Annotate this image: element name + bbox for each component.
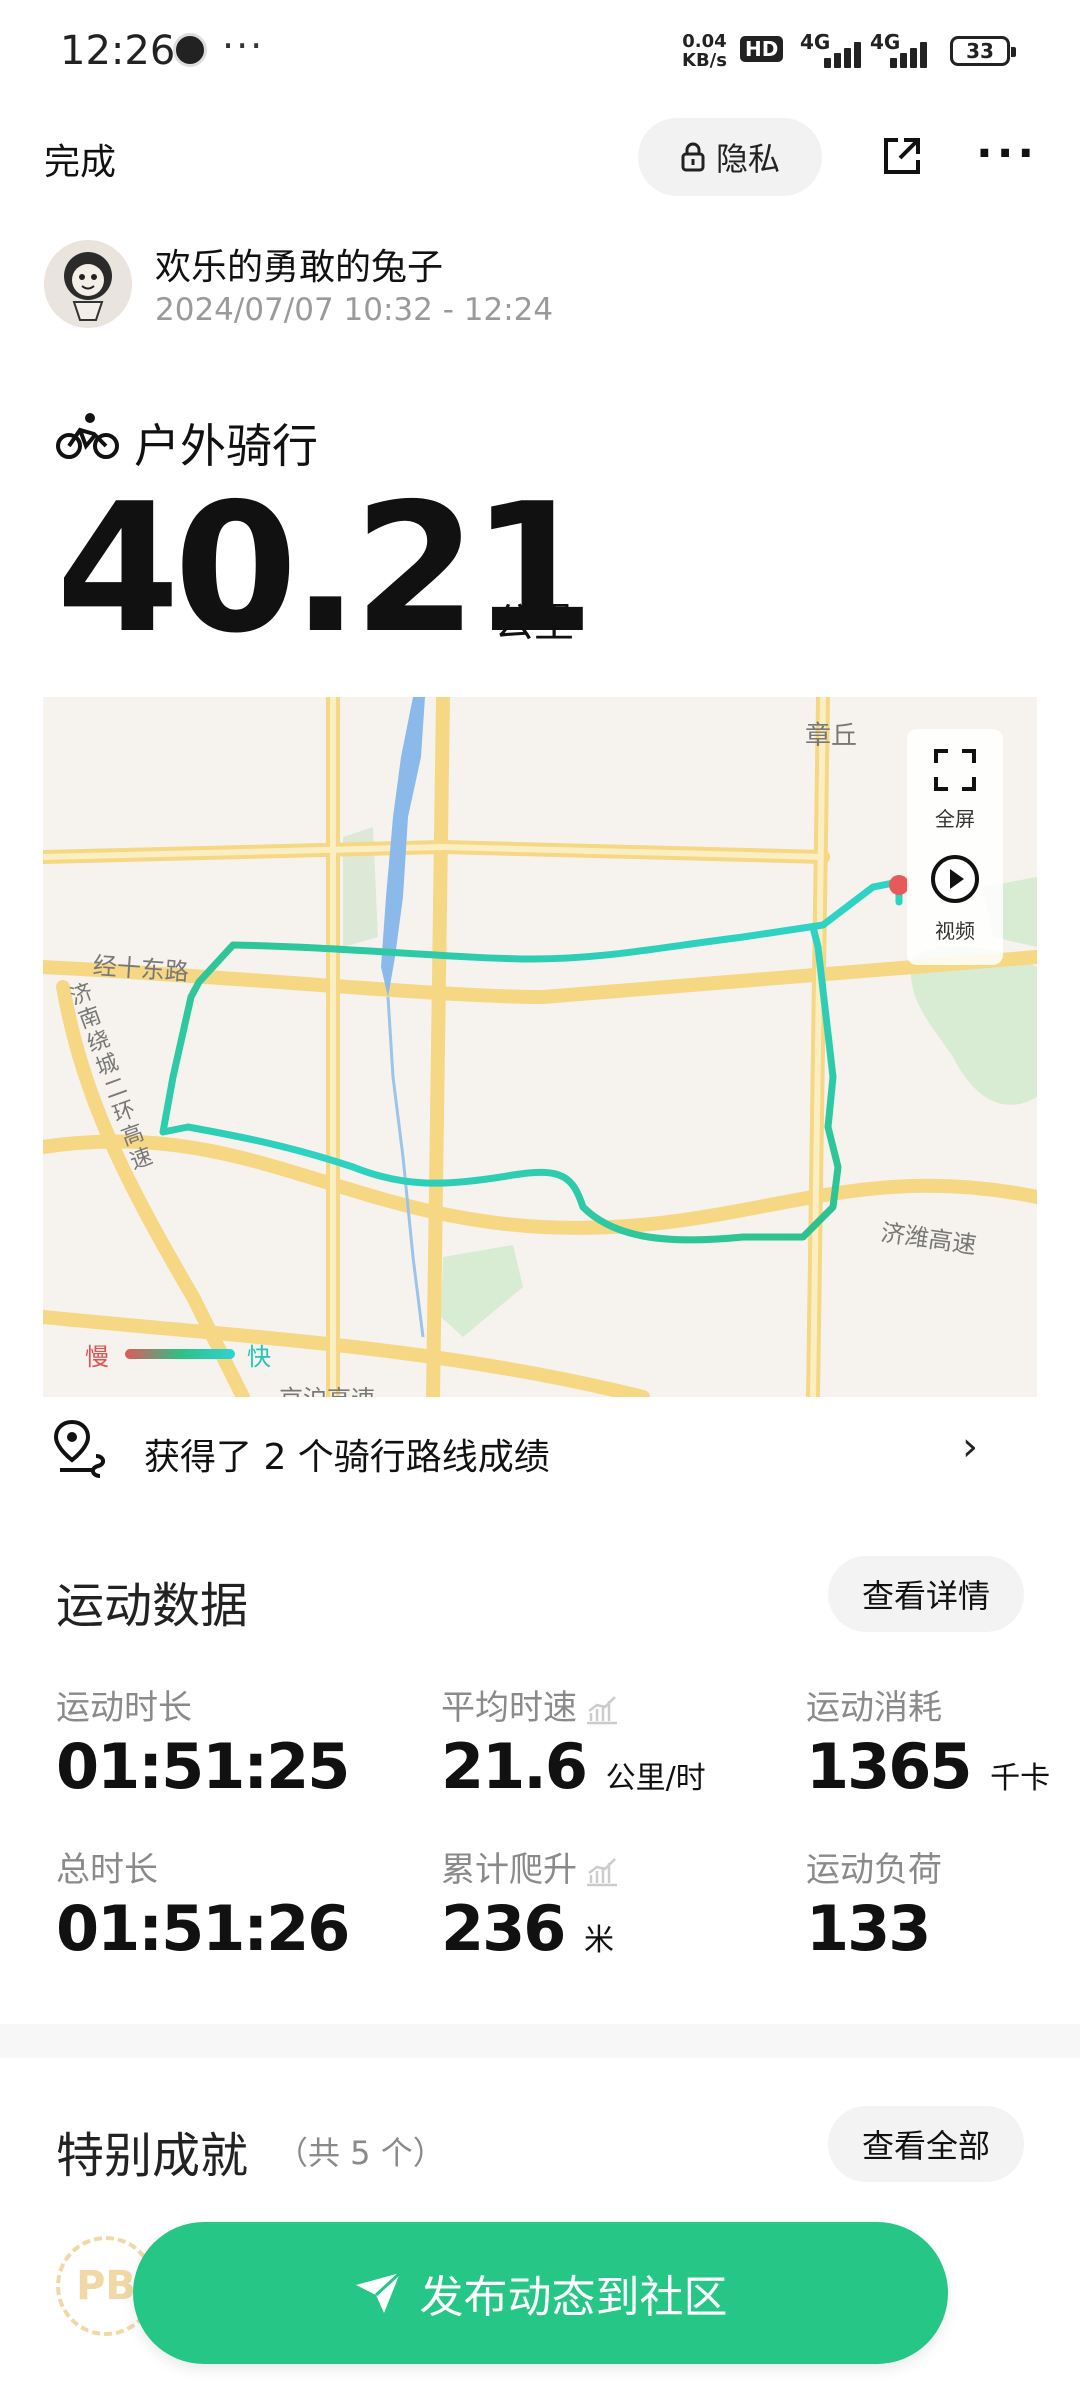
achievements-title: 特别成就: [56, 2128, 249, 2184]
activity-date-range: 2024/07/07 10:32 - 12:24: [155, 292, 554, 328]
net-speed: 0.04 KB/s: [682, 32, 727, 70]
metric-value-calories: 1365 千卡: [806, 1730, 1051, 1803]
net-speed-value: 0.04: [682, 31, 727, 52]
publish-label: 发布动态到社区: [419, 2272, 728, 2323]
video-label[interactable]: 视频: [907, 915, 1003, 944]
signal-icon: [814, 38, 868, 68]
map-controls: 全屏 视频: [907, 729, 1003, 965]
bicycle-icon: [56, 413, 119, 459]
map-label-jingshi-east: 经十东路: [91, 951, 190, 987]
map-label-jinghu-expressway: 京沪高速: [279, 1379, 375, 1397]
metric-unit-elevation: 米: [584, 1923, 615, 1958]
metric-value-avg-speed: 21.6 公里/时: [441, 1730, 706, 1803]
more-options-icon[interactable]: ···: [976, 128, 1038, 179]
status-more-icon: ···: [222, 24, 265, 68]
privacy-label: 隐私: [715, 140, 780, 178]
map-canvas: [43, 697, 1037, 1397]
metric-unit-calories: 千卡: [990, 1761, 1051, 1796]
trend-chart-icon[interactable]: [585, 1857, 619, 1887]
status-bar: 12:26 ··· 0.04 KB/s HD 4G 4G 33: [0, 0, 1080, 100]
publish-to-community-button[interactable]: 发布动态到社区: [133, 2222, 948, 2364]
legend-slow-label: 慢: [85, 1343, 109, 1371]
trend-chart-icon[interactable]: [585, 1695, 619, 1725]
metric-value-elevation: 236 米: [441, 1892, 615, 1965]
metric-label-total-time: 总时长: [56, 1850, 158, 1890]
avatar-image: [44, 240, 132, 328]
speed-legend-bar: [125, 1349, 235, 1359]
section-divider: [0, 2024, 1080, 2058]
stats-title: 运动数据: [56, 1578, 249, 1634]
legend-fast-label: 快: [247, 1343, 271, 1371]
metric-label-duration: 运动时长: [56, 1688, 192, 1728]
route-achievement-text: 获得了 2 个骑行路线成绩: [144, 1437, 550, 1478]
status-time: 12:26: [60, 28, 176, 74]
signal-icon-2: [884, 38, 938, 68]
lock-icon: [681, 142, 705, 172]
achievements-count: （共 5 个）: [276, 2134, 445, 2172]
view-all-button[interactable]: 查看全部: [828, 2106, 1024, 2182]
metric-value-total-time: 01:51:26: [56, 1892, 350, 1965]
metric-value-duration: 01:51:25: [56, 1730, 350, 1803]
start-point-marker: [889, 875, 909, 895]
metric-label-elevation: 累计爬升: [441, 1842, 619, 1891]
avatar[interactable]: [44, 240, 132, 328]
video-play-icon[interactable]: [929, 853, 981, 905]
send-icon: [355, 2271, 401, 2313]
metric-label-load: 运动负荷: [806, 1850, 942, 1890]
metric-label-avg-speed: 平均时速: [441, 1680, 619, 1729]
distance-unit: 公里: [494, 600, 574, 646]
app-notification-icon: [173, 33, 207, 67]
chevron-right-icon[interactable]: ›: [962, 1424, 978, 1470]
view-details-button[interactable]: 查看详情: [828, 1556, 1024, 1632]
metric-label-calories: 运动消耗: [806, 1688, 942, 1728]
fullscreen-icon[interactable]: [934, 749, 976, 791]
battery-icon: 33: [950, 36, 1016, 66]
metric-unit-avg-speed: 公里/时: [605, 1761, 706, 1796]
username: 欢乐的勇敢的兔子: [155, 247, 444, 288]
fullscreen-label[interactable]: 全屏: [907, 803, 1003, 832]
route-pin-icon: [53, 1419, 105, 1478]
metric-value-load: 133: [806, 1892, 931, 1965]
done-button[interactable]: 完成: [44, 133, 116, 185]
hd-voice-icon: HD: [740, 36, 784, 62]
share-icon[interactable]: [880, 134, 924, 178]
map-label-zhangqiu: 章丘: [805, 721, 858, 751]
route-map[interactable]: 章丘 经十东路 济南绕城二环高速 济潍高速 京沪高速 全屏 视频 慢 快: [43, 697, 1037, 1397]
privacy-button[interactable]: 隐私: [638, 118, 822, 196]
net-speed-unit: KB/s: [682, 50, 727, 71]
